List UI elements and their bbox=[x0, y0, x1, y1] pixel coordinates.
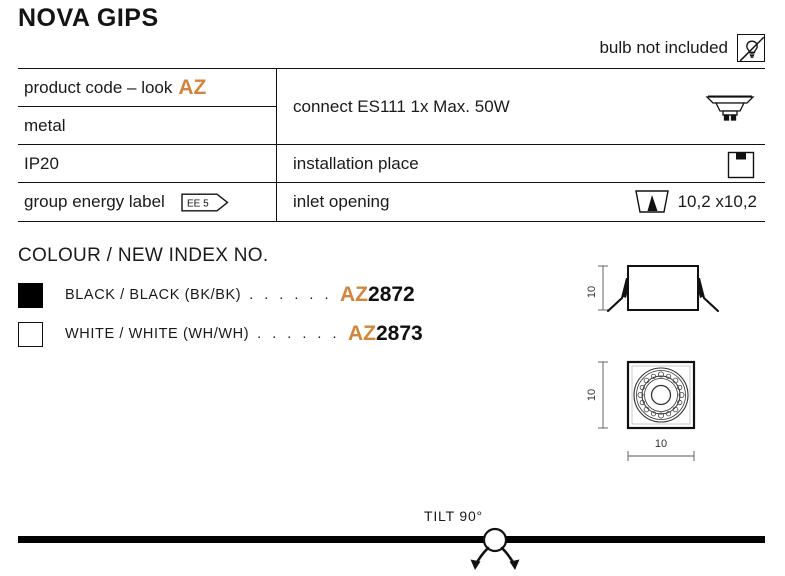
spec-label-product-code: product code – look bbox=[24, 77, 173, 97]
colour-name-white: WHITE / WHITE (WH/WH) bbox=[65, 326, 250, 342]
colour-code-number-black: 2872 bbox=[368, 283, 415, 306]
energy-label-badge: EE 5 bbox=[181, 192, 229, 213]
spec-label-connect: connect ES111 1x Max. 50W bbox=[293, 96, 510, 116]
inlet-opening-value-group: 10,2 x10,2 bbox=[633, 188, 757, 216]
tilt-section: TILT 90° bbox=[0, 500, 785, 576]
colour-swatch-white bbox=[18, 321, 43, 347]
colour-code-white: AZ2873 bbox=[348, 322, 423, 346]
bulb-not-included-icon bbox=[737, 34, 765, 62]
spec-label-inlet-opening: inlet opening bbox=[293, 192, 390, 211]
spec-table-left-column: product code – look AZ metal IP20 group … bbox=[18, 69, 277, 221]
spec-label-material: metal bbox=[24, 115, 66, 135]
spec-row-energy-label: group energy label EE 5 bbox=[18, 183, 276, 221]
front-view-height-label: 10 bbox=[586, 389, 598, 401]
colour-section: COLOUR / NEW INDEX NO. BLACK / BLACK (BK… bbox=[18, 245, 538, 357]
side-view-height-label: 10 bbox=[586, 286, 598, 298]
page-title: NOVA GIPS bbox=[18, 4, 159, 32]
side-view-drawing: 10 bbox=[575, 258, 780, 353]
recessed-ceiling-icon bbox=[725, 148, 757, 180]
es111-lamp-icon bbox=[703, 89, 757, 125]
colour-code-prefix-white: AZ bbox=[347, 322, 376, 345]
inlet-opening-value: 10,2 x10,2 bbox=[677, 192, 757, 211]
colour-code-black: AZ2872 bbox=[340, 283, 415, 307]
front-view-width-label: 10 bbox=[655, 438, 667, 450]
spec-row-ip-rating: IP20 bbox=[18, 145, 276, 183]
spec-label-ip-rating: IP20 bbox=[24, 153, 59, 173]
energy-label-badge-text: EE 5 bbox=[187, 198, 209, 209]
colour-code-prefix-black: AZ bbox=[340, 283, 369, 306]
colour-dot-leader: . . . . . . bbox=[257, 326, 340, 342]
colour-option-black[interactable]: BLACK / BLACK (BK/BK) . . . . . . AZ2872 bbox=[18, 279, 538, 311]
front-view-drawing: 10 10 bbox=[575, 356, 780, 471]
spec-row-product-code: product code – look AZ bbox=[18, 69, 276, 107]
technical-drawings: 10 10 10 bbox=[575, 258, 780, 468]
colour-swatch-black bbox=[18, 282, 43, 308]
spec-table: product code – look AZ metal IP20 group … bbox=[18, 68, 765, 222]
spec-label-energy-label: group energy label bbox=[24, 192, 165, 211]
spec-row-connect: connect ES111 1x Max. 50W bbox=[277, 69, 765, 145]
colour-section-heading: COLOUR / NEW INDEX NO. bbox=[18, 245, 269, 266]
spec-label-installation-place: installation place bbox=[293, 153, 419, 173]
bulb-note-label: bulb not included bbox=[599, 38, 728, 57]
spec-row-inlet-opening: inlet opening 10,2 x10,2 bbox=[277, 183, 765, 221]
colour-code-number-white: 2873 bbox=[375, 322, 423, 345]
bulb-not-included-note: bulb not included bbox=[599, 34, 765, 62]
spec-row-installation-place: installation place bbox=[277, 145, 765, 183]
spec-table-right-column: connect ES111 1x Max. 50W installation p… bbox=[277, 69, 765, 221]
colour-dot-leader: . . . . . . bbox=[249, 287, 333, 303]
tilt-arrows-icon bbox=[455, 520, 535, 576]
colour-name-black: BLACK / BLACK (BK/BK) bbox=[65, 287, 242, 303]
inlet-trapezoid-icon bbox=[633, 188, 671, 216]
colour-option-white[interactable]: WHITE / WHITE (WH/WH) . . . . . . AZ2873 bbox=[18, 318, 538, 350]
spec-row-material: metal bbox=[18, 107, 276, 145]
spec-accent-az: AZ bbox=[178, 75, 207, 99]
tilt-ceiling-bar bbox=[18, 536, 765, 543]
